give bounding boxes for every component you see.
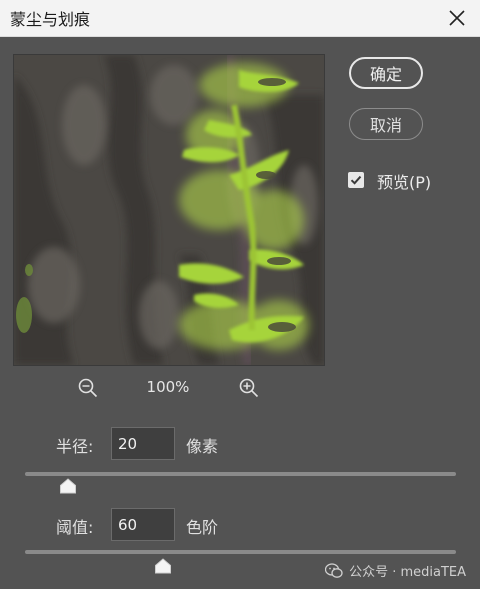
- checkmark-icon: [350, 175, 362, 185]
- preview-image[interactable]: [13, 54, 325, 366]
- preview-checkbox[interactable]: [348, 172, 364, 188]
- preview-photo: [14, 55, 324, 365]
- radius-slider-thumb[interactable]: [59, 478, 77, 494]
- zoom-in-button[interactable]: [238, 377, 260, 399]
- wechat-icon: [325, 562, 343, 578]
- zoom-out-button[interactable]: [77, 377, 99, 399]
- threshold-slider-track[interactable]: [25, 550, 456, 554]
- zoom-level: 100%: [146, 378, 190, 396]
- close-icon: [449, 10, 465, 26]
- cancel-button[interactable]: 取消: [349, 108, 423, 140]
- radius-input[interactable]: [111, 427, 175, 460]
- radius-label: 半径:: [56, 437, 94, 456]
- watermark: 公众号 · mediaTEA: [325, 561, 466, 580]
- threshold-slider-thumb[interactable]: [154, 558, 172, 574]
- threshold-unit: 色阶: [186, 518, 219, 537]
- threshold-label: 阈值:: [56, 518, 94, 537]
- threshold-input[interactable]: [111, 508, 175, 541]
- close-button[interactable]: [440, 2, 474, 34]
- ok-button[interactable]: 确定: [349, 57, 423, 89]
- dialog-title: 蒙尘与划痕: [10, 10, 91, 29]
- zoom-out-icon: [78, 378, 98, 398]
- title-bar: 蒙尘与划痕: [0, 0, 480, 37]
- radius-slider-track[interactable]: [25, 472, 456, 476]
- zoom-in-icon: [239, 378, 259, 398]
- preview-checkbox-label[interactable]: 预览(P): [377, 169, 431, 193]
- radius-unit: 像素: [186, 437, 219, 456]
- watermark-text: 公众号 · mediaTEA: [349, 565, 466, 580]
